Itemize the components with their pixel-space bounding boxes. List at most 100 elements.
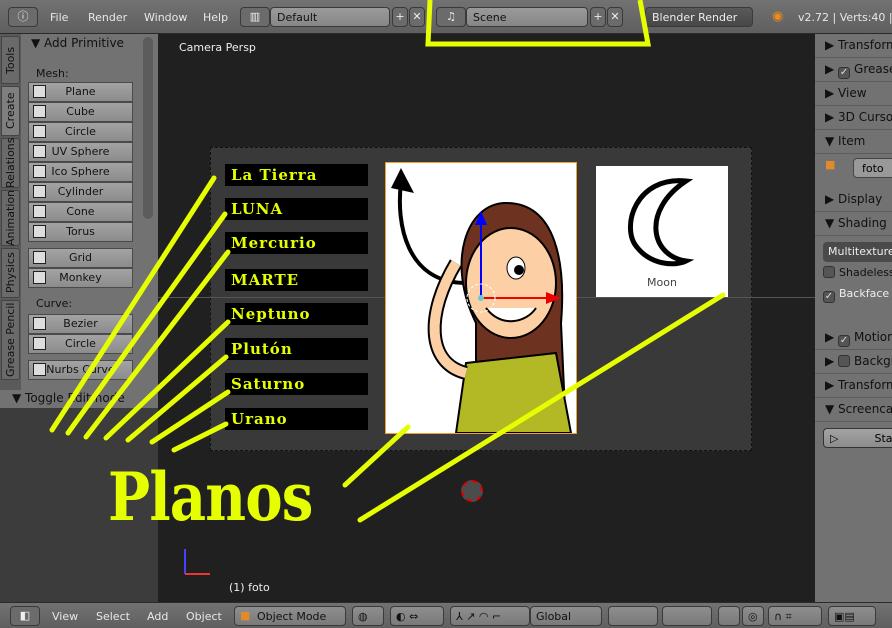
add-grid-button[interactable]: Grid <box>28 248 133 268</box>
add-plane-button[interactable]: Plane <box>28 82 133 102</box>
scene-stats: v2.72 | Verts:40 | <box>798 11 892 24</box>
tab-animation[interactable]: Animation <box>1 190 20 246</box>
backface-checkbox[interactable]: ✓Backface Culling <box>823 287 892 303</box>
panel-background-images[interactable]: ▶ Background Images <box>815 350 892 374</box>
plane-label-neptuno[interactable]: Neptuno <box>225 303 368 325</box>
add-curve-bezier-button[interactable]: Bezier <box>28 314 133 334</box>
item-row: ■ foto <box>825 158 892 178</box>
info-editor-icon[interactable]: ⓘ <box>8 7 38 27</box>
play-icon: ▷ <box>830 432 839 445</box>
panel-item[interactable]: ▼ Item <box>815 130 892 154</box>
panel-3d-cursor[interactable]: ▶ 3D Cursor <box>815 106 892 130</box>
tool-shelf: ▼ Add Primitive Mesh: Curve: Plane Cube Ci… <box>21 34 158 390</box>
plane-label-plut-n[interactable]: Plutón <box>225 338 368 360</box>
layers-grid-2[interactable] <box>662 606 712 626</box>
shading-options: Multitexture Shadeless ✓Backface Culling <box>823 242 892 322</box>
pivot-select[interactable]: ◐ ⇔ <box>390 606 444 626</box>
button-label: Ico Sphere <box>51 165 110 178</box>
object-name-field[interactable]: foto <box>853 158 892 178</box>
checkbox[interactable]: ✓ <box>838 67 851 79</box>
tab-grease-pencil[interactable]: Grease Pencil <box>1 300 20 380</box>
panel-display[interactable]: ▶ Display <box>815 188 892 212</box>
delete-scene-button[interactable]: ✕ <box>607 7 623 27</box>
add-ico-sphere-button[interactable]: Ico Sphere <box>28 162 133 182</box>
moon-caption: Moon <box>647 276 677 289</box>
editor-type-icon[interactable]: ◧ <box>10 606 40 626</box>
add-cylinder-button[interactable]: Cylinder <box>28 182 133 202</box>
mesh-label: Mesh: <box>36 67 69 80</box>
panel-screencast-keys[interactable]: ▼ Screencast Keys <box>815 398 892 422</box>
layout-icon[interactable]: ▥ <box>240 7 270 27</box>
button-label: Cylinder <box>57 185 104 198</box>
plane-label-saturno[interactable]: Saturno <box>225 373 368 395</box>
add-circle-button[interactable]: Circle <box>28 122 133 142</box>
tab-tools[interactable]: Tools <box>1 36 20 84</box>
properties-region: ▶ Transform▶ ✓Grease Pencil▶ View▶ 3D Cu… <box>815 34 892 602</box>
layout-field[interactable]: Default <box>270 7 390 27</box>
panel-shading[interactable]: ▼ Shading <box>815 212 892 236</box>
curve-label: Curve: <box>36 297 73 310</box>
render-buttons[interactable]: ▣▤ <box>828 606 876 626</box>
plane-label-marte[interactable]: MARTE <box>225 269 368 291</box>
menu-object[interactable]: Object <box>186 610 222 623</box>
add-torus-button[interactable]: Torus <box>28 222 133 242</box>
plane-label-la-tierra[interactable]: La Tierra <box>225 164 368 186</box>
plane-label-luna[interactable]: LUNA <box>225 198 368 220</box>
tab-create[interactable]: Create <box>1 86 20 136</box>
screencast-start-button[interactable]: ▷Start <box>823 428 892 448</box>
panel-view[interactable]: ▶ View <box>815 82 892 106</box>
checkbox[interactable] <box>838 355 851 367</box>
checkbox[interactable]: ✓ <box>838 335 851 347</box>
menu-window[interactable]: Window <box>144 11 187 24</box>
add-cone-button[interactable]: Cone <box>28 202 133 222</box>
panel-transform[interactable]: ▶ Transform <box>815 34 892 58</box>
add-uv-sphere-icon <box>33 145 46 158</box>
shadeless-checkbox[interactable]: Shadeless <box>823 266 892 279</box>
menu-help[interactable]: Help <box>203 11 228 24</box>
orientation-select[interactable]: Global <box>530 606 602 626</box>
menu-add[interactable]: Add <box>147 610 168 623</box>
add-scene-button[interactable]: + <box>590 7 606 27</box>
plane-label-mercurio[interactable]: Mercurio <box>225 232 368 254</box>
moon-plane[interactable]: Moon <box>596 166 728 297</box>
add-torus-icon <box>33 225 46 238</box>
3d-cursor-icon[interactable] <box>461 480 483 502</box>
plane-label-urano[interactable]: Urano <box>225 408 368 430</box>
menu-render[interactable]: Render <box>88 11 127 24</box>
add-uv-sphere-button[interactable]: UV Sphere <box>28 142 133 162</box>
add-curve-circle-button[interactable]: Circle <box>28 334 133 354</box>
menu-file[interactable]: File <box>50 11 68 24</box>
scene-icon[interactable]: ♫ <box>436 7 466 27</box>
panel-label: Screencast Keys <box>838 402 892 416</box>
button-label: Circle <box>65 337 96 350</box>
add-primitive-header[interactable]: ▼ Add Primitive <box>31 36 124 50</box>
scrollbar[interactable] <box>143 37 153 219</box>
active-object-label: (1) foto <box>229 581 270 594</box>
shading-mode-select[interactable]: Multitexture <box>823 242 892 262</box>
tab-relations[interactable]: Relations <box>1 138 20 188</box>
add-layout-button[interactable]: + <box>392 7 408 27</box>
add-curve-nurbs-curve-button[interactable]: Nurbs Curve <box>28 360 133 380</box>
add-cube-button[interactable]: Cube <box>28 102 133 122</box>
panel-transform-orientations[interactable]: ▶ Transform Orientations <box>815 374 892 398</box>
toggle-editmode-header[interactable]: ▼ Toggle Editmode <box>0 390 158 408</box>
menu-select[interactable]: Select <box>96 610 130 623</box>
panel-grease-pencil[interactable]: ▶ ✓Grease Pencil <box>815 58 892 82</box>
foto-plane[interactable] <box>385 162 577 434</box>
tab-physics[interactable]: Physics <box>1 248 20 298</box>
proportional-edit-icon[interactable]: ◎ <box>742 606 764 626</box>
viewport-header: ◧ View Select Add Object ■ Object Mode ◍ … <box>0 602 892 628</box>
render-engine-select[interactable]: Blender Render <box>645 7 753 27</box>
panel-motion-tracking[interactable]: ▶ ✓Motion Tracking <box>815 326 892 350</box>
layers-grid-1[interactable] <box>608 606 658 626</box>
lock-layers-icon[interactable] <box>718 606 740 626</box>
scene-field[interactable]: Scene <box>466 7 588 27</box>
snap-icon[interactable]: ∩ ⌗ <box>768 606 822 626</box>
delete-layout-button[interactable]: ✕ <box>409 7 425 27</box>
add-monkey-button[interactable]: Monkey <box>28 268 133 288</box>
menu-view[interactable]: View <box>52 610 78 623</box>
mode-select[interactable]: ■ Object Mode <box>234 606 346 626</box>
add-ico-sphere-icon <box>33 165 46 178</box>
manipulator-buttons[interactable]: ⅄ ↗ ◠ ⌐ <box>450 606 530 626</box>
shading-select[interactable]: ◍ <box>352 606 384 626</box>
